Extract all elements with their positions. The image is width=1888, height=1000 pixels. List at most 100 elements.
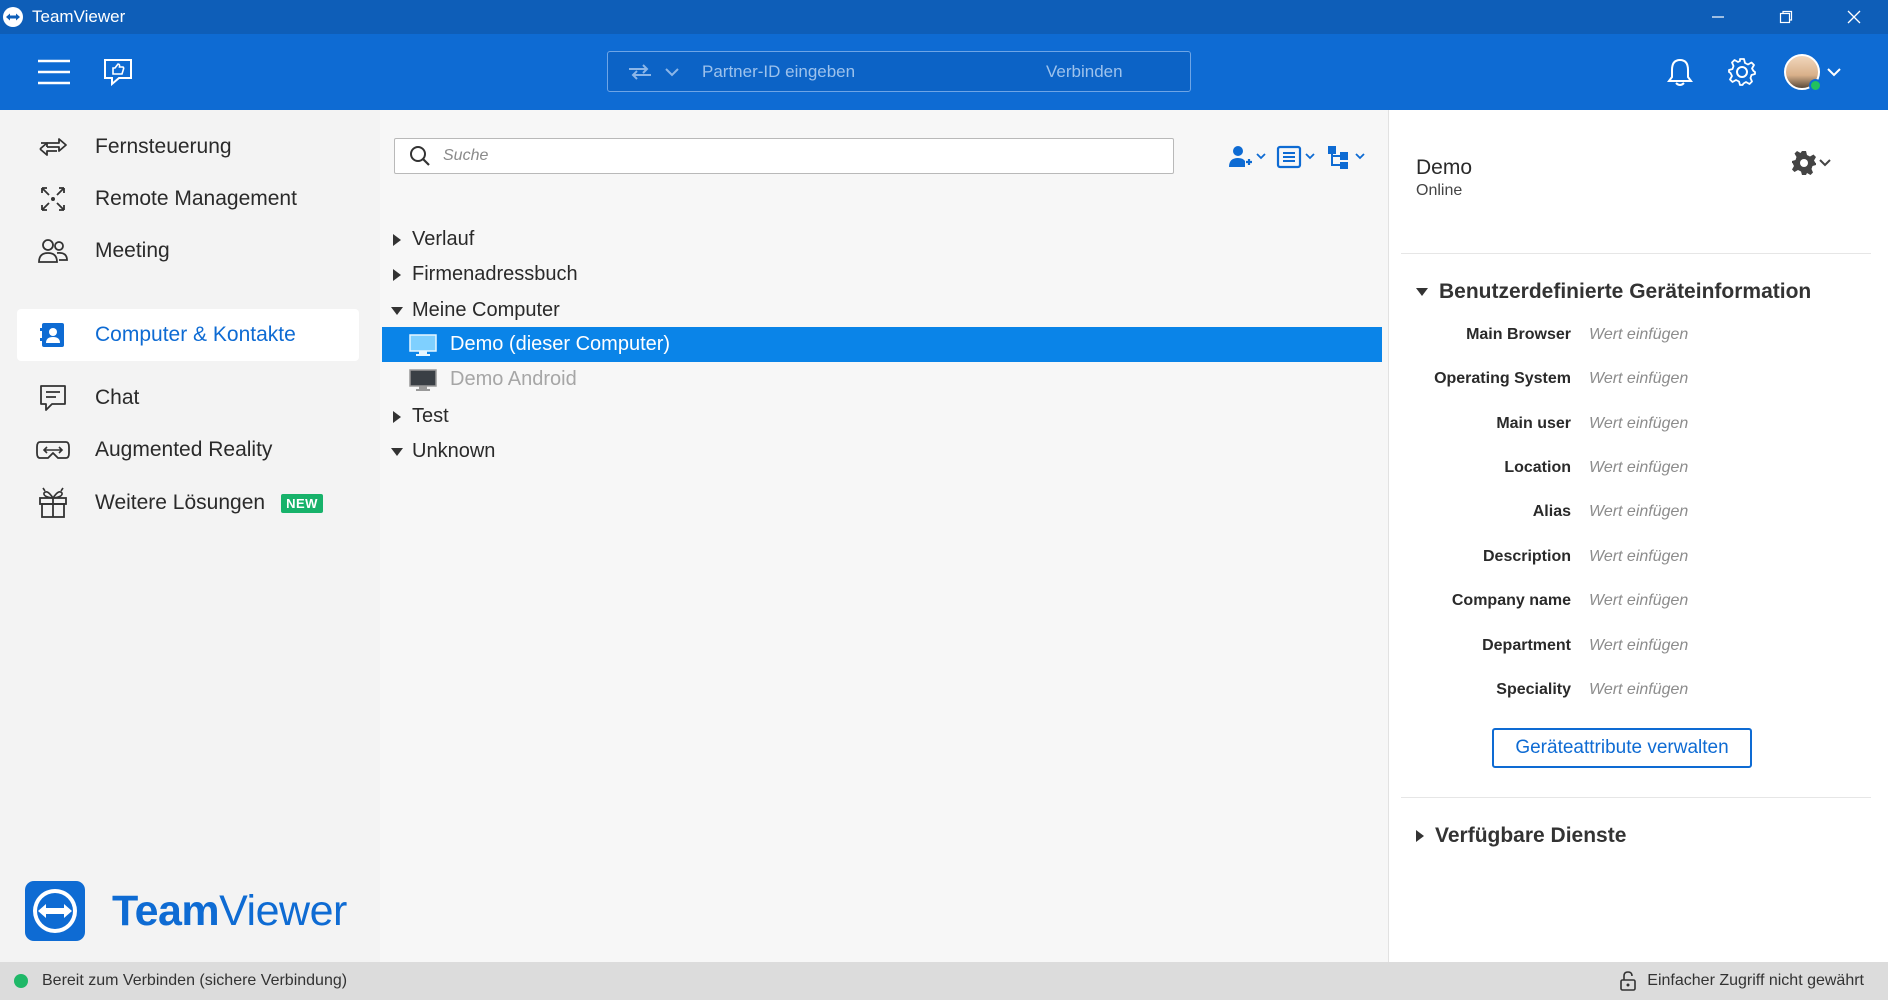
- tree-group-label: Meine Computer: [412, 299, 560, 321]
- section-title: Verfügbare Dienste: [1435, 824, 1627, 847]
- attribute-value-input[interactable]: Wert einfügen: [1589, 681, 1688, 699]
- tree-item-label: Demo (dieser Computer): [450, 333, 671, 355]
- divider: [1401, 797, 1871, 798]
- tree-group-firmenadressbuch[interactable]: Firmenadressbuch: [382, 257, 1382, 292]
- connect-button[interactable]: Verbinden: [1046, 62, 1123, 82]
- contacts-list-panel: Verlauf Firmenadressbuch Meine Computer …: [380, 110, 1388, 962]
- list-view-button[interactable]: [1276, 142, 1318, 172]
- tree-group-unknown[interactable]: Unknown: [382, 434, 1382, 469]
- tree-item-label: Demo Android: [450, 368, 577, 390]
- tree-group-label: Unknown: [412, 440, 496, 462]
- sidebar-item-augmented-reality[interactable]: Augmented Reality: [17, 424, 359, 476]
- tree-item-demo-this-computer[interactable]: Demo (dieser Computer): [382, 327, 1382, 362]
- sidebar-item-remote-management[interactable]: Remote Management: [17, 173, 359, 225]
- connection-status-text: Bereit zum Verbinden (sichere Verbindung…: [42, 972, 348, 989]
- custom-device-info-section-header[interactable]: Benutzerdefinierte Geräteinformation: [1415, 280, 1811, 304]
- tree-group-verlauf[interactable]: Verlauf: [382, 222, 1382, 257]
- attribute-value-input[interactable]: Wert einfügen: [1589, 459, 1688, 477]
- remote-management-icon: [35, 181, 71, 217]
- bell-icon[interactable]: [1660, 52, 1700, 92]
- attribute-row-main-user: Main user Wert einfügen: [1389, 415, 1888, 445]
- sidebar-item-fernsteuerung[interactable]: Fernsteuerung: [17, 121, 359, 173]
- device-settings-button[interactable]: [1791, 150, 1833, 176]
- section-title: Benutzerdefinierte Geräteinformation: [1439, 280, 1812, 303]
- online-status-dot: [1809, 79, 1822, 92]
- gear-icon: [1792, 151, 1816, 175]
- window-title: TeamViewer: [32, 7, 126, 26]
- status-bar: Bereit zum Verbinden (sichere Verbindung…: [0, 962, 1888, 1000]
- attribute-value-input[interactable]: Wert einfügen: [1589, 592, 1688, 610]
- header-bar: Verbinden: [0, 34, 1888, 110]
- attribute-label: Operating System: [1434, 370, 1571, 387]
- attribute-value-input[interactable]: Wert einfügen: [1589, 548, 1688, 566]
- brand-wordmark-bold: Team: [112, 886, 220, 935]
- connection-status-dot: [14, 974, 28, 988]
- hamburger-menu-icon[interactable]: [34, 52, 74, 92]
- attribute-row-operating-system: Operating System Wert einfügen: [1389, 370, 1888, 400]
- attribute-row-speciality: Speciality Wert einfügen: [1389, 681, 1888, 711]
- tree-group-test[interactable]: Test: [382, 399, 1382, 434]
- connection-mode-icon[interactable]: [620, 63, 660, 81]
- attribute-value-input[interactable]: Wert einfügen: [1589, 637, 1688, 655]
- avatar[interactable]: [1784, 54, 1822, 92]
- add-contact-button[interactable]: [1226, 142, 1268, 172]
- attribute-label: Department: [1482, 637, 1571, 654]
- partner-id-input[interactable]: [702, 61, 1032, 82]
- collapse-triangle-icon[interactable]: [386, 306, 408, 316]
- sidebar-item-meeting[interactable]: Meeting: [17, 225, 359, 277]
- attribute-value-input[interactable]: Wert einfügen: [1589, 415, 1688, 433]
- attribute-value-input[interactable]: Wert einfügen: [1589, 370, 1688, 388]
- collapse-triangle-icon: [1416, 288, 1428, 296]
- monitor-icon: [408, 333, 438, 357]
- attribute-label: Company name: [1451, 592, 1571, 609]
- search-icon: [409, 145, 431, 167]
- expand-triangle-icon[interactable]: [386, 268, 408, 282]
- sidebar-item-computer-kontakte[interactable]: Computer & Kontakte: [17, 309, 359, 361]
- sidebar: Fernsteuerung Remote Management Meeting …: [0, 110, 380, 962]
- tree-group-meine-computer[interactable]: Meine Computer: [382, 293, 1382, 328]
- attribute-label: Speciality: [1496, 681, 1571, 698]
- minimize-icon[interactable]: [1684, 0, 1752, 34]
- collapse-triangle-icon[interactable]: [386, 447, 408, 457]
- chevron-down-icon[interactable]: [1824, 52, 1844, 92]
- easy-access-status[interactable]: Einfacher Zugriff nicht gewährt: [1619, 971, 1864, 991]
- group-view-button[interactable]: [1326, 142, 1370, 172]
- device-detail-panel: Demo Online Benutzerdefinierte Geräteinf…: [1388, 110, 1888, 962]
- attribute-label: Main user: [1496, 415, 1571, 432]
- attribute-value-input[interactable]: Wert einfügen: [1589, 326, 1688, 344]
- search-input[interactable]: [443, 147, 1143, 165]
- feedback-icon[interactable]: [98, 52, 138, 92]
- sidebar-item-chat[interactable]: Chat: [17, 372, 359, 424]
- sidebar-item-weitere-loesungen[interactable]: Weitere Lösungen NEW: [17, 477, 359, 529]
- sidebar-item-label: Fernsteuerung: [95, 135, 232, 158]
- sidebar-item-label: Chat: [95, 386, 140, 409]
- attribute-value-input[interactable]: Wert einfügen: [1589, 503, 1688, 521]
- search-box: [394, 138, 1174, 174]
- remote-control-icon: [35, 129, 71, 165]
- close-icon[interactable]: [1820, 0, 1888, 34]
- sidebar-item-label: Augmented Reality: [95, 438, 273, 461]
- tree-item-demo-android[interactable]: Demo Android: [382, 362, 1382, 397]
- expand-triangle-icon[interactable]: [386, 233, 408, 247]
- title-bar: TeamViewer: [0, 0, 1888, 34]
- manage-device-attributes-button[interactable]: Geräteattribute verwalten: [1492, 728, 1752, 768]
- available-services-section-header[interactable]: Verfügbare Dienste: [1415, 824, 1626, 848]
- monitor-icon: [408, 368, 438, 392]
- device-status: Online: [1416, 182, 1463, 199]
- attribute-row-description: Description Wert einfügen: [1389, 548, 1888, 578]
- teamviewer-logo-icon: [2, 6, 24, 28]
- meeting-icon: [35, 233, 71, 269]
- attribute-label: Alias: [1532, 503, 1571, 520]
- contacts-icon: [35, 317, 71, 353]
- chat-icon: [35, 380, 71, 416]
- sidebar-item-label: Meeting: [95, 239, 170, 262]
- chevron-down-icon[interactable]: [660, 67, 684, 77]
- teamviewer-brand-logo: TeamViewer: [24, 880, 347, 942]
- brand-wordmark: TeamViewer: [112, 887, 347, 936]
- list-view-icon: [1276, 145, 1315, 169]
- restore-icon[interactable]: [1752, 0, 1820, 34]
- expand-triangle-icon[interactable]: [386, 410, 408, 424]
- chevron-down-icon: [1819, 159, 1831, 167]
- brand-wordmark-regular: Viewer: [219, 886, 347, 935]
- gear-icon[interactable]: [1722, 52, 1762, 92]
